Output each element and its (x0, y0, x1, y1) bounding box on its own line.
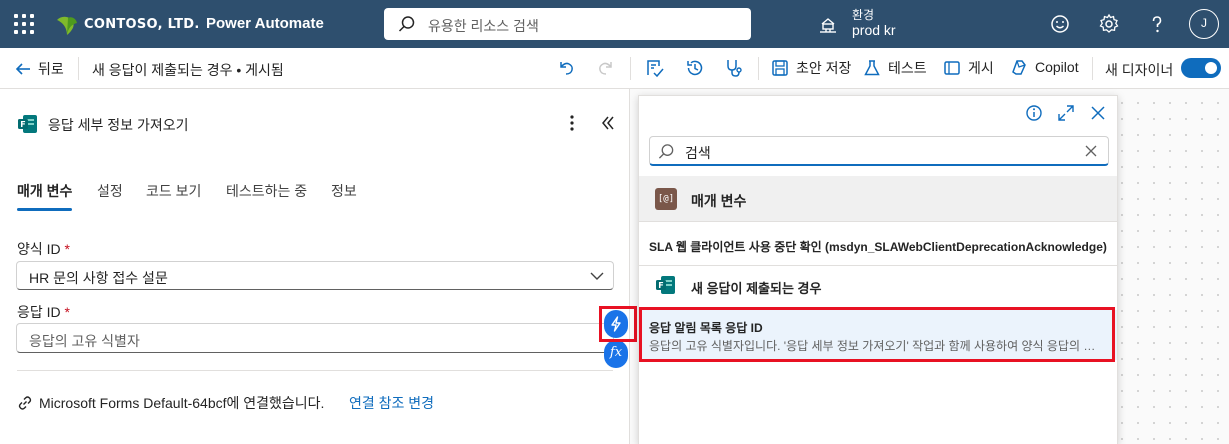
form-id-dropdown[interactable]: HR 문의 사항 접수 설문 (16, 261, 614, 290)
forms-icon: F (656, 276, 675, 294)
divider (78, 57, 79, 80)
form-id-value: HR 문의 사항 접수 설문 (29, 270, 168, 286)
environment-label: 환경 (852, 8, 875, 22)
tab-parameters[interactable]: 매개 변수 (17, 181, 72, 201)
redo-icon[interactable] (596, 58, 616, 78)
action-title[interactable]: 응답 세부 정보 가져오기 (48, 115, 188, 135)
environment-icon (820, 18, 836, 33)
tab-code-view[interactable]: 코드 보기 (146, 181, 201, 201)
tab-testing[interactable]: 테스트하는 중 (226, 181, 307, 201)
brand-logo[interactable]: CONTOSO, LTD. (56, 12, 200, 36)
flask-icon (864, 60, 880, 76)
copilot-button[interactable]: Copilot (1010, 58, 1079, 76)
divider (630, 57, 631, 80)
forms-icon: F (18, 115, 37, 133)
response-id-input[interactable]: 응답의 고유 식별자 (16, 323, 614, 353)
global-search-input[interactable]: 유용한 리소스 검색 (384, 8, 751, 40)
expression-button[interactable]: fx (604, 340, 628, 368)
search-icon (658, 144, 674, 159)
back-label: 뒤로 (38, 61, 64, 77)
collapse-panel-icon[interactable] (598, 113, 618, 133)
back-button[interactable]: 뒤로 (14, 59, 64, 79)
undo-icon[interactable] (556, 58, 576, 78)
search-icon (398, 16, 415, 32)
environment-name: prod kr (852, 22, 896, 38)
help-icon[interactable] (1146, 13, 1168, 35)
copilot-label: Copilot (1035, 59, 1079, 75)
gear-icon[interactable] (1098, 13, 1120, 35)
search-value: 검색 (685, 145, 711, 161)
dynamic-content-popup: 검색 [@] 매개 변수 SLA 웹 클라이언트 사용 중단 확인 (msdyn… (638, 95, 1118, 444)
expand-icon[interactable] (1057, 104, 1075, 122)
new-designer-toggle[interactable] (1181, 58, 1221, 78)
response-id-placeholder: 응답의 고유 식별자 (29, 333, 140, 349)
save-draft-button[interactable]: 초안 저장 (771, 58, 851, 78)
link-icon (18, 396, 32, 410)
parameters-badge-icon: [@] (655, 188, 677, 210)
history-icon[interactable] (685, 58, 705, 78)
chevron-down-icon (590, 272, 604, 280)
divider (1092, 57, 1093, 80)
flow-checker-icon[interactable] (645, 58, 665, 78)
change-connection-link[interactable]: 연결 참조 변경 (349, 393, 434, 413)
publish-icon (944, 61, 960, 75)
divider (639, 221, 1117, 222)
svg-text:F: F (658, 281, 663, 290)
command-bar: 뒤로 새 응답이 제출되는 경우 • 게시됨 초안 저장 테스트 게시 Copi… (0, 48, 1229, 89)
active-tab-indicator (17, 208, 72, 211)
action-details-panel: F 응답 세부 정보 가져오기 매개 변수 설정 코드 보기 테스트하는 중 정… (0, 89, 630, 444)
panel-divider (629, 89, 630, 444)
top-header: CONTOSO, LTD. Power Automate 유용한 리소스 검색 … (0, 0, 1229, 48)
tab-settings[interactable]: 설정 (97, 181, 123, 201)
trigger-section-label: 새 응답이 제출되는 경우 (691, 281, 822, 296)
tab-about[interactable]: 정보 (331, 181, 357, 201)
save-draft-label: 초안 저장 (796, 60, 852, 76)
connection-info: Microsoft Forms Default-64bcf에 연결했습니다. (17, 393, 324, 413)
leaf-icon (57, 16, 77, 35)
close-icon[interactable] (1089, 104, 1107, 122)
save-icon (772, 60, 788, 76)
smiley-icon[interactable] (1049, 13, 1071, 35)
response-id-label: 응답 ID * (17, 304, 70, 320)
info-icon[interactable] (1025, 104, 1043, 122)
connection-text: Microsoft Forms Default-64bcf에 연결했습니다. (39, 395, 325, 411)
test-button[interactable]: 테스트 (863, 58, 927, 78)
more-options-icon[interactable] (562, 113, 582, 133)
form-id-label: 양식 ID * (17, 241, 70, 257)
divider (17, 370, 613, 371)
parameters-section-header[interactable]: [@] 매개 변수 (639, 176, 1117, 221)
search-placeholder: 유용한 리소스 검색 (428, 18, 539, 34)
trigger-section-header[interactable]: F 새 응답이 제출되는 경우 (639, 266, 1117, 306)
stethoscope-icon[interactable] (724, 58, 744, 78)
test-label: 테스트 (888, 60, 927, 76)
new-designer-label: 새 디자이너 (1105, 62, 1174, 78)
svg-text:F: F (20, 120, 25, 129)
divider (758, 57, 759, 80)
environment-picker[interactable]: 환경 prod kr (818, 6, 928, 42)
flow-title: 새 응답이 제출되는 경우 • 게시됨 (92, 62, 284, 78)
brand-name: CONTOSO, LTD. (84, 16, 200, 32)
waffle-icon[interactable] (14, 14, 34, 34)
publish-button[interactable]: 게시 (943, 58, 994, 78)
list-item-sla[interactable]: SLA 웹 클라이언트 사용 중단 확인 (msdyn_SLAWebClient… (649, 238, 1107, 255)
app-title[interactable]: Power Automate (206, 15, 324, 32)
arrow-left-icon (15, 63, 30, 75)
highlight-box (639, 307, 1115, 362)
copilot-icon (1012, 60, 1026, 75)
dynamic-content-search-input[interactable]: 검색 (649, 136, 1109, 166)
highlight-box (599, 306, 637, 342)
avatar[interactable]: J (1189, 9, 1219, 39)
publish-label: 게시 (968, 60, 994, 76)
parameters-section-label: 매개 변수 (691, 193, 747, 209)
clear-icon[interactable] (1084, 144, 1098, 158)
fx-icon: fx (609, 345, 623, 360)
